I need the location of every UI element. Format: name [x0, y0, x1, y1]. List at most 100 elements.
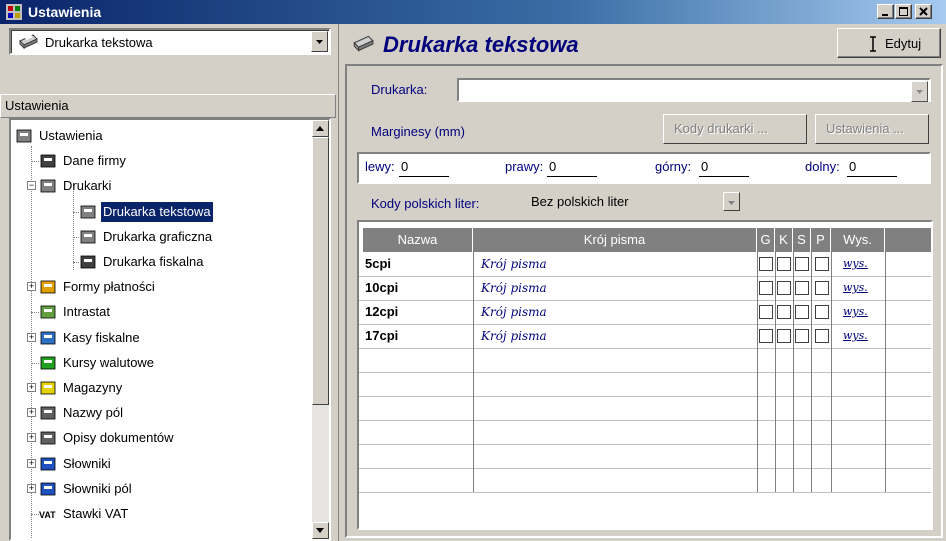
tree-item[interactable]: + Słowniki pól [11, 479, 311, 499]
checkbox-g[interactable] [759, 257, 773, 271]
edit-button-label: Edytuj [885, 36, 922, 51]
tree-connector [31, 514, 39, 515]
font-link[interactable]: Krój pisma [481, 252, 547, 276]
checkbox-s[interactable] [795, 281, 809, 295]
polish-codes-dropdown[interactable] [723, 192, 740, 211]
tree-item[interactable]: Dane firmy [11, 151, 311, 171]
tree-item[interactable]: + Magazyny [11, 378, 311, 398]
tree-item[interactable]: + Słowniki [11, 454, 311, 474]
section-combo[interactable]: Drukarka tekstowa [9, 28, 331, 55]
table-row[interactable]: 10cpi Krój pisma wys. [359, 276, 931, 300]
printer-codes-button[interactable]: Kody drukarki ... [663, 114, 807, 144]
margin-bottom-input[interactable]: 0 [847, 159, 897, 177]
column-header[interactable]: P [811, 228, 831, 252]
scroll-up-button[interactable] [312, 120, 329, 137]
tree-item[interactable]: Drukarka tekstowa [11, 200, 311, 223]
column-header-filler [885, 228, 931, 252]
settings-tree[interactable]: Ustawienia Dane firmy − Drukarki Drukarka te… [9, 118, 331, 541]
font-link[interactable]: Krój pisma [481, 276, 547, 300]
printers-icon [40, 179, 56, 193]
table-row[interactable]: 12cpi Krój pisma wys. [359, 300, 931, 324]
tree-item[interactable]: VAT Stawki VAT [11, 504, 311, 524]
table-row[interactable]: 5cpi Krój pisma wys. [359, 252, 931, 276]
printer-settings-button[interactable]: Ustawienia ... [815, 114, 929, 144]
checkbox-k[interactable] [777, 281, 791, 295]
checkbox-k[interactable] [777, 329, 791, 343]
checkbox-k[interactable] [777, 305, 791, 319]
expand-icon[interactable]: + [27, 383, 36, 392]
checkbox-p[interactable] [815, 305, 829, 319]
expand-icon[interactable]: + [27, 408, 36, 418]
checkbox-p[interactable] [815, 257, 829, 271]
section-combo-value: Drukarka tekstowa [45, 35, 153, 50]
table-row[interactable]: 17cpi Krój pisma wys. [359, 324, 931, 348]
expand-icon[interactable]: + [27, 332, 36, 342]
expand-icon[interactable]: + [27, 433, 36, 443]
checkbox-s[interactable] [795, 329, 809, 343]
checkbox-g[interactable] [759, 329, 773, 343]
checkbox-k[interactable] [777, 257, 791, 271]
minimize-button[interactable] [877, 4, 894, 19]
printer-select-dropdown[interactable] [911, 81, 928, 102]
printer-label: Drukarka: [371, 82, 428, 97]
height-link[interactable]: wys. [843, 252, 868, 276]
tree-item[interactable]: Intrastat [11, 302, 311, 322]
row-divider [359, 492, 931, 493]
fonts-table[interactable]: Nazwa Krój pisma G K S P Wys. 5cpi Krój pisma wys… [357, 220, 933, 530]
column-header[interactable]: Krój pisma [473, 228, 757, 252]
fiscal-printer-icon [80, 255, 96, 269]
checkbox-p[interactable] [815, 281, 829, 295]
checkbox-g[interactable] [759, 305, 773, 319]
expand-icon[interactable]: + [27, 282, 36, 292]
font-link[interactable]: Krój pisma [481, 300, 547, 324]
tree-item[interactable]: + Kasy fiskalne [11, 328, 311, 348]
column-header[interactable]: Nazwa [363, 228, 473, 252]
tree-item-label: Magazyny [63, 380, 123, 395]
scroll-down-button[interactable] [312, 522, 329, 539]
checkbox-s[interactable] [795, 257, 809, 271]
tree-scrollbar[interactable] [312, 120, 329, 539]
tree-item[interactable]: Kursy walutowe [11, 353, 311, 373]
title-bar[interactable]: Ustawienia [0, 0, 946, 24]
tree-item[interactable]: Drukarka fiskalna [11, 252, 311, 272]
vat-rates-icon: VAT [39, 510, 56, 520]
row-name: 10cpi [365, 280, 399, 295]
section-combo-dropdown[interactable] [311, 31, 328, 52]
collapse-icon[interactable]: − [27, 181, 36, 191]
height-link[interactable]: wys. [843, 276, 868, 300]
tree-item[interactable]: + Formy płatności [11, 277, 311, 297]
tree-item-label: Kursy walutowe [63, 354, 155, 370]
tree-item[interactable]: − Drukarki [11, 176, 311, 196]
margin-right-input[interactable]: 0 [547, 159, 597, 177]
expand-icon[interactable]: + [27, 483, 36, 493]
font-link[interactable]: Krój pisma [481, 324, 547, 348]
height-link[interactable]: wys. [843, 324, 868, 348]
row-divider [359, 468, 931, 469]
tree-item[interactable]: Ustawienia [11, 126, 311, 146]
edit-button[interactable]: Edytuj [837, 28, 941, 58]
column-header[interactable]: S [793, 228, 811, 252]
close-button[interactable] [915, 4, 932, 19]
close-icon [919, 7, 928, 16]
checkbox-p[interactable] [815, 329, 829, 343]
tree-item[interactable]: + Nazwy pól [11, 403, 311, 423]
minimize-icon [882, 14, 888, 16]
polish-codes-select[interactable]: Bez polskich liter [531, 190, 746, 214]
expand-icon[interactable]: + [27, 458, 36, 468]
checkbox-g[interactable] [759, 281, 773, 295]
tree-item-label: Słowniki [63, 455, 111, 471]
height-link[interactable]: wys. [843, 300, 868, 324]
text-printer-icon [80, 205, 96, 218]
printer-select[interactable] [457, 78, 931, 102]
margin-left-input[interactable]: 0 [399, 159, 449, 177]
tree-item[interactable]: Drukarka graficzna [11, 227, 311, 247]
tree-item[interactable]: + Opisy dokumentów [11, 428, 311, 448]
column-header[interactable]: Wys. [831, 228, 885, 252]
maximize-button[interactable] [895, 4, 912, 19]
tree-connector [31, 161, 39, 163]
column-header[interactable]: G [757, 228, 775, 252]
checkbox-s[interactable] [795, 305, 809, 319]
margin-top-input[interactable]: 0 [699, 159, 749, 177]
scroll-thumb[interactable] [312, 137, 329, 405]
column-header[interactable]: K [775, 228, 793, 252]
